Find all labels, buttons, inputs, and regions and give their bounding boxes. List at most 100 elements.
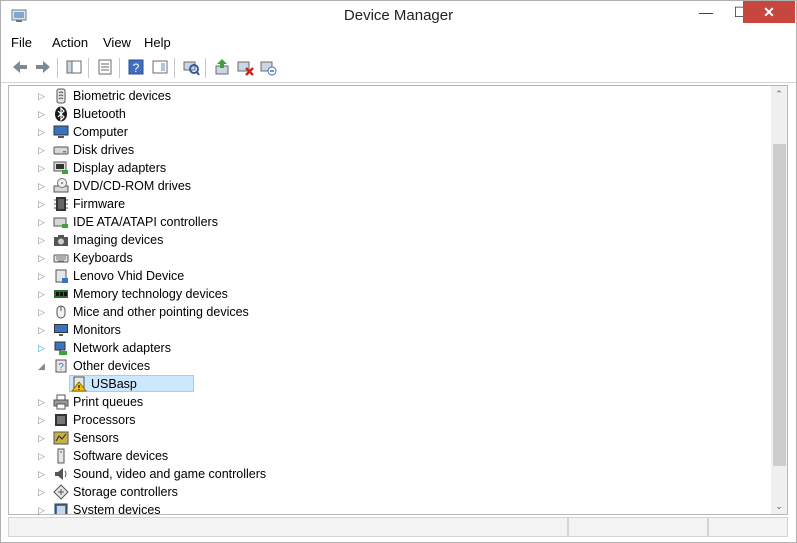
show-action-pane-icon[interactable] <box>151 58 169 76</box>
tree-item-label: Monitors <box>73 323 121 337</box>
expand-arrow-icon[interactable]: ▷ <box>38 126 48 138</box>
tree-category-item[interactable]: ▷ Software devices <box>9 447 749 465</box>
device-tree-pane[interactable]: ▷ Biometric devices ▷ Bluetooth ▷ Computer ▷ Di… <box>8 85 788 515</box>
expand-arrow-icon[interactable]: ▷ <box>38 234 48 246</box>
tree-category-item[interactable]: ▷ Computer <box>9 123 749 141</box>
back-icon[interactable] <box>11 58 29 76</box>
tree-item-label: Software devices <box>73 449 169 463</box>
status-bar <box>8 515 788 539</box>
expand-arrow-icon[interactable]: ▷ <box>38 486 48 498</box>
svg-text:?: ? <box>133 61 140 75</box>
tree-category-item[interactable]: ▷ IDE ATA/ATAPI controllers <box>9 213 749 231</box>
tree-category-item[interactable]: ▷ Storage controllers <box>9 483 749 501</box>
tree-item-label: USBasp <box>91 377 137 391</box>
close-button[interactable]: ✕ <box>743 1 795 23</box>
tree-item-label: Imaging devices <box>73 233 164 247</box>
bluetooth-icon <box>55 106 67 122</box>
expand-arrow-icon[interactable]: ▷ <box>38 252 48 264</box>
tree-category-item[interactable]: ▷ Sensors <box>9 429 749 447</box>
processor-icon <box>55 414 67 426</box>
expand-arrow-icon[interactable]: ▷ <box>38 342 48 354</box>
biometric-icon <box>56 88 66 104</box>
expand-arrow-icon[interactable]: ▷ <box>38 270 48 282</box>
forward-icon[interactable] <box>34 58 52 76</box>
tree-category-item[interactable]: ▷ System devices <box>9 501 749 514</box>
expand-arrow-icon[interactable]: ▷ <box>38 468 48 480</box>
scroll-down-button[interactable]: ⌄ <box>771 498 787 514</box>
tree-item-label: Lenovo Vhid Device <box>73 269 185 283</box>
expand-arrow-icon[interactable]: ▷ <box>38 450 48 462</box>
hid-device-icon <box>55 269 68 283</box>
scan-hardware-icon[interactable] <box>182 58 200 76</box>
expand-arrow-icon[interactable]: ▷ <box>38 198 48 210</box>
storage-controller-icon <box>53 484 69 500</box>
expand-arrow-icon[interactable]: ▷ <box>38 432 48 444</box>
expand-arrow-icon[interactable]: ▷ <box>38 90 48 102</box>
expand-arrow-icon[interactable]: ▷ <box>38 414 48 426</box>
menu-bar: File Action View Help <box>1 31 796 53</box>
tree-category-item[interactable]: ◢? Other devices <box>9 357 749 375</box>
status-pane-3 <box>708 517 788 537</box>
tree-item-usbasp[interactable]: USBasp <box>9 375 749 393</box>
menu-view[interactable]: View <box>103 35 131 50</box>
expand-arrow-icon[interactable]: ▷ <box>38 288 48 300</box>
monitor-icon <box>54 324 68 336</box>
tree-category-item[interactable]: ▷ Bluetooth <box>9 105 749 123</box>
tree-category-item[interactable]: ▷ Biometric devices <box>9 87 749 105</box>
uninstall-device-icon[interactable] <box>259 58 277 76</box>
expand-arrow-icon[interactable]: ▷ <box>38 108 48 120</box>
tree-item-label: Biometric devices <box>73 89 171 103</box>
expand-arrow-icon[interactable]: ▷ <box>38 504 48 514</box>
scroll-up-button[interactable]: ⌃ <box>771 86 787 102</box>
expand-arrow-icon[interactable]: ▷ <box>38 324 48 336</box>
warning-device-icon <box>71 376 87 392</box>
show-hide-console-tree-icon[interactable] <box>65 58 83 76</box>
collapse-arrow-icon[interactable]: ◢ <box>38 360 48 372</box>
tree-category-item[interactable]: ▷ Imaging devices <box>9 231 749 249</box>
menu-file[interactable]: File <box>11 35 32 50</box>
tree-category-item[interactable]: ▷ Firmware <box>9 195 749 213</box>
tree-category-item[interactable]: ▷ Network adapters <box>9 339 749 357</box>
memory-device-icon <box>54 290 68 298</box>
properties-icon[interactable] <box>96 58 114 76</box>
keyboard-icon <box>53 254 69 263</box>
toolbar-separator <box>88 58 89 78</box>
menu-action[interactable]: Action <box>52 35 88 50</box>
tree-category-item[interactable]: ▷ Lenovo Vhid Device <box>9 267 749 285</box>
tree-category-item[interactable]: ▷ DVD/CD-ROM drives <box>9 177 749 195</box>
help-icon[interactable]: ? <box>127 58 145 76</box>
update-driver-icon[interactable] <box>213 58 231 76</box>
tree-category-item[interactable]: ▷ Keyboards <box>9 249 749 267</box>
tree-category-item[interactable]: ▷ Disk drives <box>9 141 749 159</box>
tree-category-item[interactable]: ▷ Memory technology devices <box>9 285 749 303</box>
expand-arrow-icon[interactable]: ▷ <box>38 306 48 318</box>
tree-item-label: Other devices <box>73 359 151 373</box>
toolbar-separator <box>174 58 175 78</box>
tree-category-item[interactable]: ▷ Sound, video and game controllers <box>9 465 749 483</box>
title-bar[interactable]: Device Manager — ☐ ✕ <box>1 1 796 31</box>
tree-item-label: Sensors <box>73 431 119 445</box>
speaker-icon <box>55 468 67 480</box>
menu-help[interactable]: Help <box>144 35 171 50</box>
minimize-button[interactable]: — <box>689 1 723 25</box>
tree-item-label: Firmware <box>73 197 126 211</box>
tree-category-item[interactable]: ▷ Display adapters <box>9 159 749 177</box>
disable-device-icon[interactable] <box>236 58 254 76</box>
tree-item-label: IDE ATA/ATAPI controllers <box>73 215 218 229</box>
expand-arrow-icon[interactable]: ▷ <box>38 396 48 408</box>
device-manager-window: Device Manager — ☐ ✕ File Action View He… <box>0 0 797 543</box>
tree-item-label: Computer <box>73 125 128 139</box>
status-pane-main <box>8 517 568 537</box>
expand-arrow-icon[interactable]: ▷ <box>38 180 48 192</box>
expand-arrow-icon[interactable]: ▷ <box>38 144 48 156</box>
tree-category-item[interactable]: ▷ Mice and other pointing devices <box>9 303 749 321</box>
scroll-thumb[interactable] <box>773 144 786 466</box>
tree-category-item[interactable]: ▷ Processors <box>9 411 749 429</box>
sensor-icon <box>53 431 69 445</box>
expand-arrow-icon[interactable]: ▷ <box>38 162 48 174</box>
tree-item-label: Storage controllers <box>73 485 178 499</box>
expand-arrow-icon[interactable]: ▷ <box>38 216 48 228</box>
vertical-scrollbar[interactable]: ⌃ ⌄ <box>771 86 787 514</box>
tree-category-item[interactable]: ▷ Print queues <box>9 393 749 411</box>
tree-category-item[interactable]: ▷ Monitors <box>9 321 749 339</box>
